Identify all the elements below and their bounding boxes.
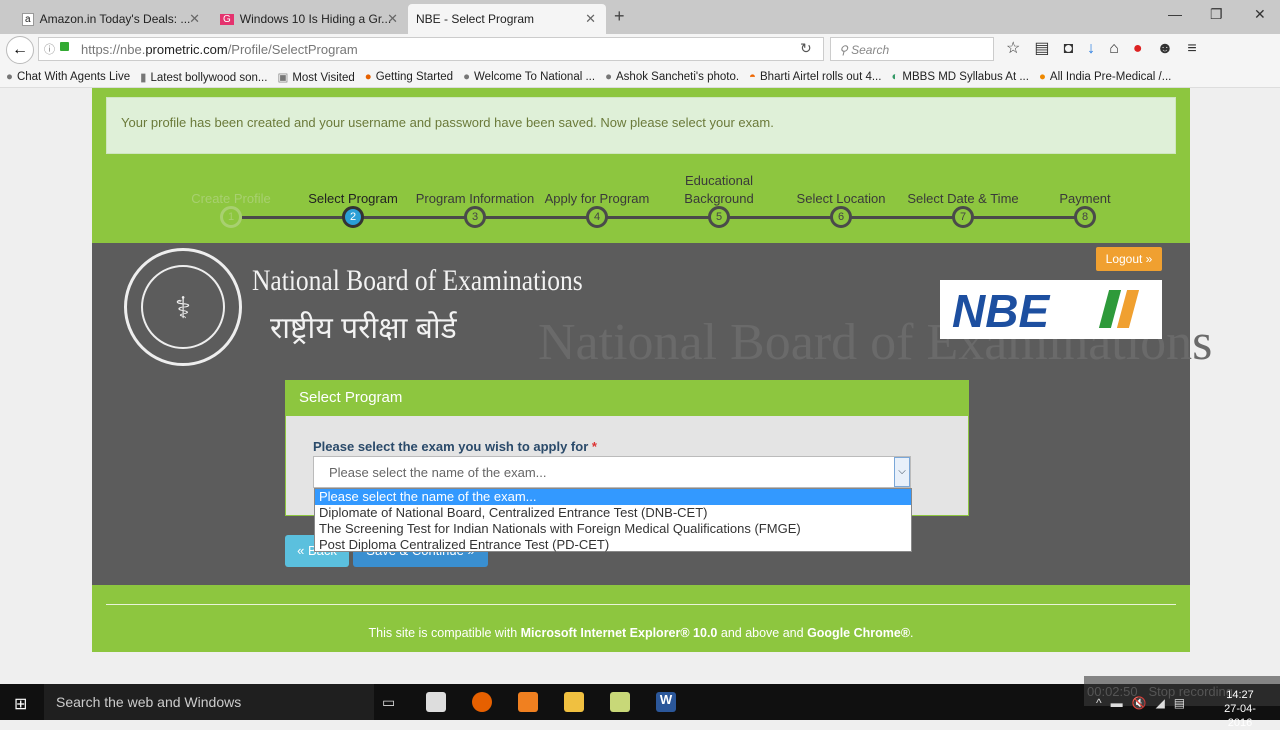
option[interactable]: Please select the name of the exam... xyxy=(315,489,911,505)
chevron-down-icon[interactable]: ⌵ xyxy=(894,457,910,487)
word-icon[interactable]: W xyxy=(656,692,676,712)
bookmarks-bar: ● Chat With Agents Live ▮ Latest bollywood… xyxy=(0,66,1280,88)
download-icon[interactable]: ↓ xyxy=(1087,40,1109,57)
option[interactable]: Post Diploma Centralized Entrance Test (… xyxy=(315,537,911,553)
store-icon[interactable] xyxy=(426,692,446,712)
menu-icon[interactable]: ≡ xyxy=(1187,40,1210,57)
close-icon[interactable]: ✕ xyxy=(189,11,200,27)
step-label: Educational Background xyxy=(684,173,754,206)
step-label: Apply for Program xyxy=(544,191,650,206)
tab-nbe[interactable]: NBE - Select Program ✕ xyxy=(408,4,606,34)
bookmark[interactable]: ▮ Latest bollywood son... xyxy=(140,70,267,84)
org-name-hindi: राष्ट्रीय परीक्षा बोर्ड xyxy=(270,312,457,345)
bookmark[interactable]: ● Welcome To National ... xyxy=(463,71,595,83)
task-view-icon[interactable]: ▭ xyxy=(382,694,395,711)
back-arrow-icon[interactable]: ← xyxy=(6,36,34,64)
clock[interactable]: 14:27 27-04-2016 xyxy=(1212,688,1268,730)
windows-start-icon[interactable]: ⊞ xyxy=(14,694,27,714)
step-circle: 2 xyxy=(342,206,364,228)
option[interactable]: The Screening Test for Indian Nationals … xyxy=(315,521,911,537)
logout-button[interactable]: Logout » xyxy=(1096,247,1162,271)
step-label: Select Program xyxy=(308,191,398,206)
close-icon[interactable]: ✕ xyxy=(585,11,596,27)
restore-button[interactable]: ❐ xyxy=(1210,6,1223,23)
step-label: Select Location xyxy=(796,191,886,206)
app-icon[interactable] xyxy=(518,692,538,712)
g-icon: G xyxy=(220,13,234,25)
tab-amazon[interactable]: a Amazon.in Today's Deals: ... ✕ xyxy=(14,4,210,34)
tab-bar: a Amazon.in Today's Deals: ... ✕ G Windows … xyxy=(0,0,1280,34)
step-circle: 4 xyxy=(586,206,608,228)
minimize-button[interactable]: — xyxy=(1168,6,1182,22)
nbe-seal: ⚕ xyxy=(124,248,242,366)
search-input[interactable]: ⚲ Search xyxy=(830,37,994,61)
step-circle: 1 xyxy=(220,206,242,228)
lock-icon xyxy=(60,42,69,51)
footer xyxy=(92,585,1190,652)
star-icon[interactable]: ☆ xyxy=(1006,40,1034,57)
step-label: Program Information xyxy=(415,191,535,206)
folder-icon[interactable] xyxy=(610,692,630,712)
step-circle: 8 xyxy=(1074,206,1096,228)
panel-title: Select Program xyxy=(285,380,969,416)
file-explorer-icon[interactable] xyxy=(564,692,584,712)
bookmark[interactable]: ● Ashok Sancheti's photo. xyxy=(605,71,739,83)
bookmark[interactable]: ● Chat With Agents Live xyxy=(6,71,130,83)
close-icon[interactable]: ✕ xyxy=(387,11,398,27)
abp-icon[interactable]: ● xyxy=(1133,40,1157,57)
step-circle: 6 xyxy=(830,206,852,228)
bookmark[interactable]: ◐ MBBS MD Syllabus At ... xyxy=(891,71,1029,83)
tab-windows[interactable]: G Windows 10 Is Hiding a Gr... ✕ xyxy=(212,4,408,34)
nbe-logo: NBE xyxy=(940,280,1162,339)
info-icon[interactable]: ⓘ xyxy=(44,41,55,57)
new-tab-button[interactable]: + xyxy=(614,6,625,27)
reload-icon[interactable]: ↻ xyxy=(800,40,812,57)
toolbar-icons: ☆▤◘↓⌂●☻≡ xyxy=(1006,38,1211,58)
firefox-icon[interactable] xyxy=(472,692,492,712)
exam-select[interactable]: Please select the name of the exam... ⌵ xyxy=(313,456,911,488)
bookmark[interactable]: ▣ Most Visited xyxy=(277,70,354,84)
step-label: Select Date & Time xyxy=(907,191,1019,206)
url-bar[interactable]: https://nbe.prometric.com/Profile/Select… xyxy=(38,37,824,61)
option[interactable]: Diplomate of National Board, Centralized… xyxy=(315,505,911,521)
exam-label: Please select the exam you wish to apply… xyxy=(313,439,597,454)
step-circle: 7 xyxy=(952,206,974,228)
close-window-button[interactable]: ✕ xyxy=(1254,6,1266,23)
taskbar-search[interactable]: Search the web and Windows xyxy=(44,684,374,720)
footer-text: This site is compatible with Microsoft I… xyxy=(368,626,914,640)
step-label: Payment xyxy=(1059,191,1111,206)
reading-list-icon[interactable]: ▤ xyxy=(1034,40,1063,57)
bookmark[interactable]: ● All India Pre-Medical /... xyxy=(1039,71,1171,83)
bookmark[interactable]: ● Getting Started xyxy=(365,71,453,83)
step-circle: 3 xyxy=(464,206,486,228)
tray-icons[interactable]: ^▬🔇◢▤ xyxy=(1096,696,1194,710)
amazon-icon: a xyxy=(22,12,34,26)
pocket-icon[interactable]: ◘ xyxy=(1063,40,1087,57)
success-alert: Your profile has been created and your u… xyxy=(106,97,1176,154)
step-label: Create Profile xyxy=(191,191,271,206)
bookmark[interactable]: ◓ Bharti Airtel rolls out 4... xyxy=(749,71,881,83)
home-icon[interactable]: ⌂ xyxy=(1109,40,1133,57)
emoji-icon[interactable]: ☻ xyxy=(1156,40,1187,57)
exam-dropdown-list: Please select the name of the exam... Di… xyxy=(314,488,912,552)
step-circle: 5 xyxy=(708,206,730,228)
org-name: National Board of Examinations xyxy=(252,264,583,297)
